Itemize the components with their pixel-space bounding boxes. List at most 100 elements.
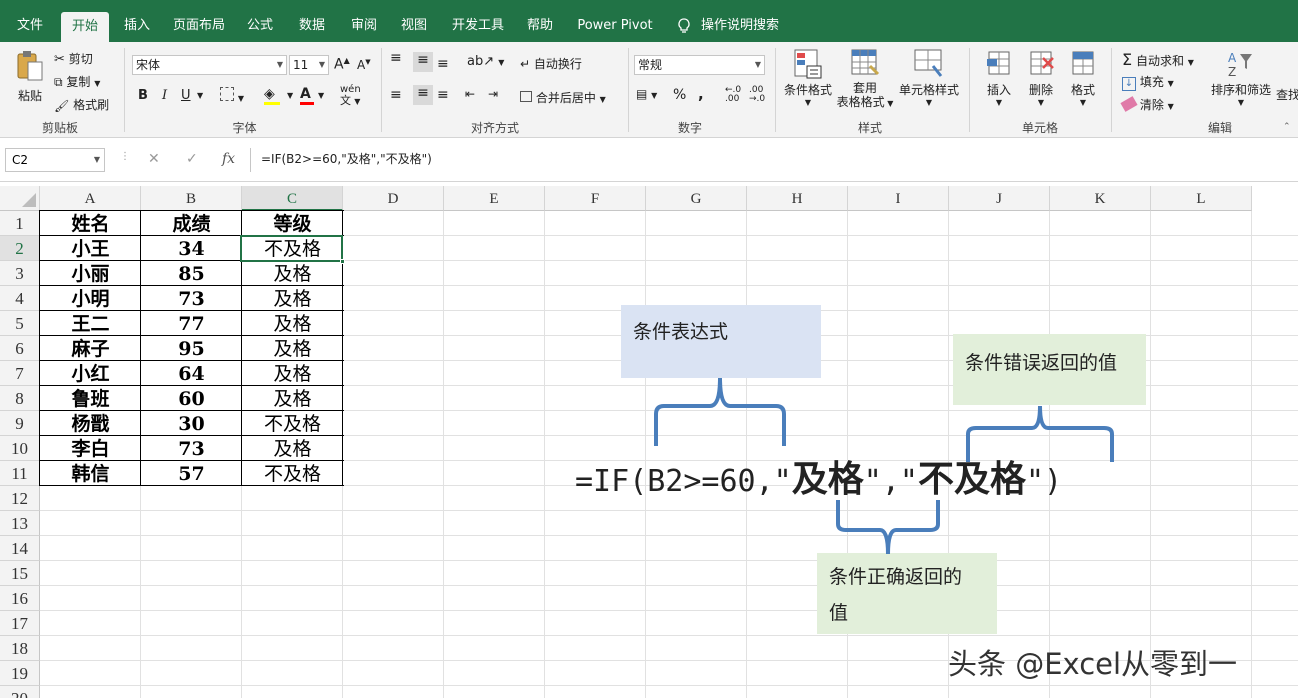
format-as-table-button[interactable]: 套用 表格格式 ▼	[836, 48, 894, 111]
table-cell[interactable]: 及格	[242, 311, 343, 336]
table-cell[interactable]: 60	[141, 386, 242, 411]
table-cell[interactable]: 及格	[242, 436, 343, 461]
row-header-9[interactable]: 9	[0, 411, 40, 436]
insert-function-button[interactable]: fx	[222, 151, 235, 167]
table-cell[interactable]: 64	[141, 361, 242, 386]
increase-indent-button[interactable]: ⇥	[488, 87, 498, 101]
format-cells-button[interactable]: 格式 ▼	[1066, 48, 1100, 107]
tab-file[interactable]: 文件	[10, 8, 50, 42]
sort-filter-button[interactable]: AZ 排序和筛选 ▼	[1210, 48, 1272, 107]
tab-page-layout[interactable]: 页面布局	[167, 8, 231, 42]
enter-icon[interactable]: ✓	[186, 151, 198, 167]
table-cell[interactable]: 麻子	[40, 336, 141, 361]
column-header-L[interactable]: L	[1151, 186, 1252, 211]
table-cell[interactable]: 及格	[242, 286, 343, 311]
table-cell[interactable]: 34	[141, 236, 242, 261]
increase-decimal-button[interactable]: ←.0.00	[725, 86, 741, 104]
grow-font-button[interactable]: A▲	[334, 56, 350, 73]
row-header-16[interactable]: 16	[0, 586, 40, 611]
font-color-button[interactable]: A	[300, 86, 314, 105]
row-header-11[interactable]: 11	[0, 461, 40, 486]
find-select-button[interactable]: 查找	[1276, 86, 1298, 103]
font-size-select[interactable]: 11 ▼	[289, 55, 329, 75]
fill-button[interactable]: ↓ 填充 ▼	[1122, 73, 1174, 91]
table-header-cell[interactable]: 成绩	[141, 211, 242, 236]
insert-cells-button[interactable]: 插入 ▼	[982, 48, 1016, 107]
align-right-button[interactable]: ≡	[437, 87, 449, 103]
fill-color-dropdown[interactable]: ▼	[287, 91, 293, 100]
table-cell[interactable]: 小丽	[40, 261, 141, 286]
tab-developer[interactable]: 开发工具	[446, 8, 510, 42]
align-middle-button[interactable]: ≡	[413, 52, 433, 72]
table-cell[interactable]: 韩信	[40, 461, 141, 486]
row-header-4[interactable]: 4	[0, 286, 40, 311]
table-header-cell[interactable]: 等级	[242, 211, 343, 236]
comma-button[interactable]: ,	[698, 85, 704, 103]
conditional-formatting-button[interactable]: 条件格式 ▼	[783, 48, 833, 107]
tab-view[interactable]: 视图	[394, 8, 434, 42]
table-cell[interactable]: 及格	[242, 386, 343, 411]
table-cell[interactable]: 杨戬	[40, 411, 141, 436]
paste-button[interactable]: 粘贴	[12, 50, 48, 110]
column-header-E[interactable]: E	[444, 186, 545, 211]
decrease-indent-button[interactable]: ⇤	[465, 87, 475, 101]
table-cell[interactable]: 鲁班	[40, 386, 141, 411]
shrink-font-button[interactable]: A▼	[357, 58, 371, 72]
tab-home[interactable]: 开始	[61, 12, 109, 42]
column-header-I[interactable]: I	[848, 186, 949, 211]
table-cell[interactable]: 小王	[40, 236, 141, 261]
copy-button[interactable]: ⧉ 复制 ▼	[54, 73, 100, 90]
table-cell[interactable]: 85	[141, 261, 242, 286]
row-header-7[interactable]: 7	[0, 361, 40, 386]
tab-formulas[interactable]: 公式	[240, 8, 280, 42]
cell-styles-button[interactable]: 单元格样式 ▼	[898, 48, 960, 107]
row-header-13[interactable]: 13	[0, 511, 40, 536]
percent-button[interactable]: %	[673, 87, 686, 103]
font-color-dropdown[interactable]: ▼	[318, 91, 324, 100]
phonetic-button[interactable]: wén 文 ▼	[340, 84, 361, 107]
row-header-2[interactable]: 2	[0, 236, 40, 261]
accounting-format-button[interactable]: ▤ ▼	[636, 87, 657, 101]
table-cell[interactable]: 王二	[40, 311, 141, 336]
table-cell[interactable]: 57	[141, 461, 242, 486]
column-header-F[interactable]: F	[545, 186, 646, 211]
italic-button[interactable]: I	[162, 88, 167, 103]
row-header-17[interactable]: 17	[0, 611, 40, 636]
borders-button[interactable]: ▼	[220, 87, 244, 104]
clear-button[interactable]: 清除 ▼	[1120, 96, 1174, 113]
align-bottom-button[interactable]: ≡	[437, 56, 449, 72]
column-header-G[interactable]: G	[646, 186, 747, 211]
table-cell[interactable]: 及格	[242, 336, 343, 361]
cut-button[interactable]: ✂ 剪切	[54, 50, 93, 67]
fill-color-button[interactable]: ◈	[264, 86, 280, 105]
tab-power-pivot[interactable]: Power Pivot	[572, 8, 658, 42]
table-cell[interactable]: 95	[141, 336, 242, 361]
column-header-A[interactable]: A	[40, 186, 141, 211]
table-cell[interactable]: 及格	[242, 361, 343, 386]
number-format-select[interactable]: 常规 ▼	[634, 55, 765, 75]
align-center-button[interactable]: ≡	[413, 85, 433, 105]
tell-me-search[interactable]: 操作说明搜索	[700, 8, 780, 42]
table-cell[interactable]: 不及格	[242, 461, 343, 486]
table-cell[interactable]: 73	[141, 286, 242, 311]
table-header-cell[interactable]: 姓名	[40, 211, 141, 236]
table-cell[interactable]: 李白	[40, 436, 141, 461]
table-cell[interactable]: 不及格	[242, 411, 343, 436]
decrease-decimal-button[interactable]: .00 →.0	[749, 86, 765, 104]
tab-data[interactable]: 数据	[292, 8, 332, 42]
table-cell[interactable]: 73	[141, 436, 242, 461]
tab-help[interactable]: 帮助	[520, 8, 560, 42]
row-header-20[interactable]: 20	[0, 686, 40, 698]
delete-cells-button[interactable]: 删除 ▼	[1024, 48, 1058, 107]
cancel-icon[interactable]: ✕	[148, 151, 160, 167]
align-top-button[interactable]: ≡	[390, 51, 402, 65]
row-header-5[interactable]: 5	[0, 311, 40, 336]
font-name-select[interactable]: 宋体 ▼	[132, 55, 287, 75]
row-header-18[interactable]: 18	[0, 636, 40, 661]
tab-review[interactable]: 审阅	[344, 8, 384, 42]
column-header-H[interactable]: H	[747, 186, 848, 211]
column-header-B[interactable]: B	[141, 186, 242, 211]
name-box[interactable]: C2 ▼	[5, 148, 105, 172]
table-cell[interactable]: 77	[141, 311, 242, 336]
collapse-ribbon-icon[interactable]: ⌃	[1283, 122, 1291, 132]
